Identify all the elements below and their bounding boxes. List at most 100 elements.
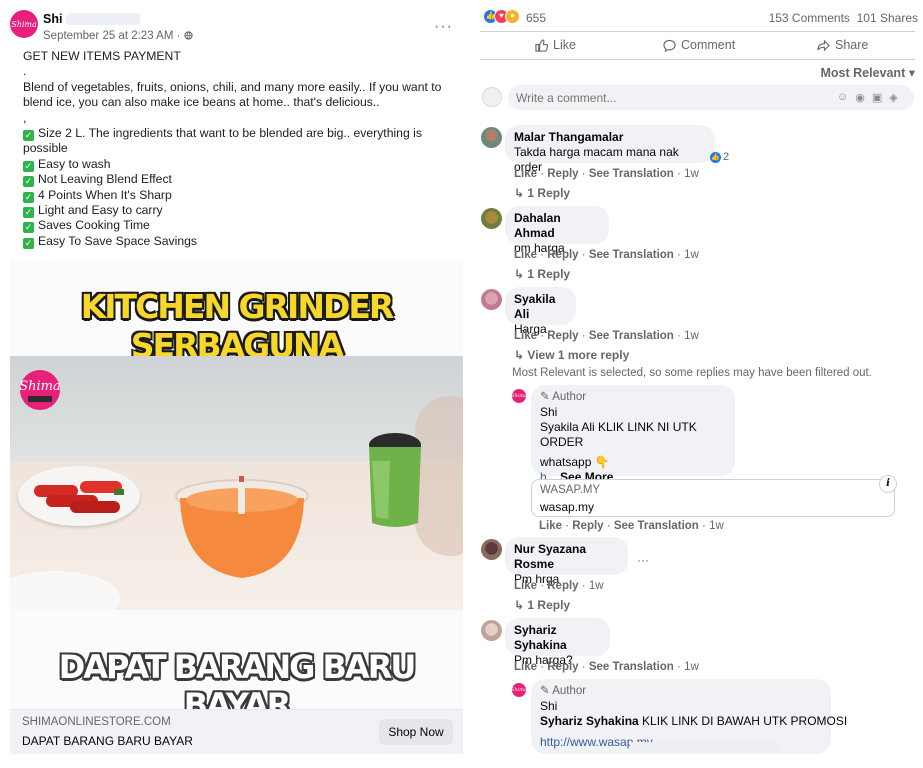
author-avatar[interactable]: Shima xyxy=(511,389,527,403)
feature-text: Easy to wash xyxy=(38,156,111,171)
sort-dropdown[interactable]: Most Relevant ▾ xyxy=(820,65,915,80)
see-translation-link[interactable]: See Translation xyxy=(589,249,674,261)
comment-time[interactable]: 1w xyxy=(589,580,604,592)
comment-like-count: 2 xyxy=(723,151,730,163)
reactions-summary[interactable]: 👍 ♥ ● 655 153 Comments 101 Shares xyxy=(483,8,918,28)
like-label[interactable]: Like xyxy=(553,38,576,52)
pencil-icon: ✎ xyxy=(540,391,550,403)
preview-title[interactable]: wasap.my xyxy=(540,500,594,514)
commenter-avatar[interactable] xyxy=(481,289,502,310)
view-replies-link[interactable]: ↳ 1 Reply xyxy=(514,598,570,612)
view-more-replies-link[interactable]: ↳ View 1 more reply xyxy=(514,348,629,362)
preview-domain[interactable]: WASAP.MY xyxy=(540,484,600,496)
comment-actions: Like · Reply · See Translation · 1w xyxy=(514,249,699,261)
replies-label[interactable]: 1 Reply xyxy=(527,598,570,612)
shop-now-button[interactable]: Shop Now xyxy=(379,719,453,745)
gif-icon[interactable]: ▣ xyxy=(872,91,882,104)
check-icon: ✓ xyxy=(23,207,34,219)
commenter-avatar[interactable] xyxy=(481,620,502,641)
comment-time[interactable]: 1w xyxy=(709,520,724,532)
link-preview-card[interactable]: WASAP.MY wasap.my xyxy=(531,479,895,517)
comment-count[interactable]: 153 Comments xyxy=(769,11,850,25)
check-icon: ✓ xyxy=(23,160,34,172)
link-domain[interactable]: SHIMAONLINESTORE.COM xyxy=(22,716,171,728)
sticker-icon[interactable]: ◈ xyxy=(889,91,897,104)
media-headline-top: KITCHEN GRINDER SERBAGUNA xyxy=(80,287,395,365)
post-spacer: . xyxy=(23,64,27,79)
replies-label[interactable]: 1 Reply xyxy=(527,267,570,281)
commenter-name[interactable]: Malar Thangamalar xyxy=(514,130,706,145)
comment-options-icon[interactable]: ··· xyxy=(637,553,649,567)
comment-reply-link[interactable]: Reply xyxy=(547,661,578,673)
commenter-avatar[interactable] xyxy=(481,127,502,148)
replies-label[interactable]: 1 Reply xyxy=(527,186,570,200)
author-reply-bubble: ✎ Author Shi Syakila Ali KLIK LINK NI UT… xyxy=(531,385,735,484)
commenter-avatar[interactable] xyxy=(481,208,502,229)
see-translation-link[interactable]: See Translation xyxy=(614,520,699,532)
comment-label[interactable]: Comment xyxy=(681,38,735,52)
comment-share-counts[interactable]: 153 Comments 101 Shares xyxy=(769,11,918,25)
comment-time[interactable]: 1w xyxy=(684,661,699,673)
commenter-name[interactable]: Dahalan Ahmad xyxy=(514,211,600,241)
product-video[interactable]: Shima xyxy=(10,356,463,610)
page-name[interactable]: Shi xyxy=(43,12,62,26)
comment-bubble: Nur Syazana Rosme Pm hrga xyxy=(505,537,628,586)
commenter-name[interactable]: Syakila Ali xyxy=(514,292,567,322)
author-tag: ✎ Author xyxy=(540,684,822,699)
comment-time[interactable]: 1w xyxy=(684,168,699,180)
post-media[interactable]: KITCHEN GRINDER SERBAGUNA Shima DAPAT BA… xyxy=(10,259,463,724)
comment-like-link[interactable]: Like xyxy=(514,249,537,261)
link-title[interactable]: DAPAT BARANG BARU BAYAR xyxy=(22,734,193,748)
view-replies-link[interactable]: ↳ 1 Reply xyxy=(514,186,570,200)
comment-reply-link[interactable]: Reply xyxy=(547,249,578,261)
comment-like-link[interactable]: Like xyxy=(514,661,537,673)
comment-actions: Like · Reply · See Translation · 1w xyxy=(514,330,699,342)
reaction-count[interactable]: 655 xyxy=(526,11,546,25)
reply-text: whatsapp 👇 xyxy=(540,455,610,469)
filter-note: Most Relevant is selected, so some repli… xyxy=(512,367,872,379)
tagged-user[interactable]: Syhariz Syhakina xyxy=(540,714,639,728)
comment-time[interactable]: 1w xyxy=(684,330,699,342)
see-translation-link[interactable]: See Translation xyxy=(589,661,674,673)
author-name[interactable]: Shi xyxy=(540,405,726,420)
check-icon: ✓ xyxy=(23,237,34,249)
comment-like-badge[interactable]: 👍 2 xyxy=(710,151,729,163)
post-timestamp[interactable]: September 25 at 2:23 AM · xyxy=(43,30,193,42)
commenter-name[interactable]: Nur Syazana Rosme xyxy=(514,542,619,572)
share-count[interactable]: 101 Shares xyxy=(857,11,918,25)
timestamp-text[interactable]: September 25 at 2:23 AM xyxy=(43,30,173,42)
like-button[interactable]: Like xyxy=(535,38,576,52)
feature-text: Size 2 L. The ingredients that want to b… xyxy=(23,126,422,156)
comment-like-link[interactable]: Like xyxy=(539,520,562,532)
page-avatar[interactable]: Shima xyxy=(10,10,38,38)
reaction-icons[interactable]: 👍 ♥ ● xyxy=(483,9,527,25)
see-translation-link[interactable]: See Translation xyxy=(589,330,674,342)
commenter-name[interactable]: Syhariz Syhakina xyxy=(514,623,601,653)
sort-label[interactable]: Most Relevant xyxy=(820,66,905,80)
comment-input-tools: ☺ ◉ ▣ ◈ xyxy=(837,91,898,104)
info-icon[interactable]: i xyxy=(879,475,897,493)
comment-like-link[interactable]: Like xyxy=(514,330,537,342)
comment-reply-link[interactable]: Reply xyxy=(547,168,578,180)
commenter-avatar[interactable] xyxy=(481,539,502,560)
comment-like-link[interactable]: Like xyxy=(514,168,537,180)
comment-like-link[interactable]: Like xyxy=(514,580,537,592)
replies-label[interactable]: View 1 more reply xyxy=(527,348,629,362)
see-translation-link[interactable]: See Translation xyxy=(589,168,674,180)
post-options-icon[interactable]: ··· xyxy=(434,18,453,36)
caret-down-icon: ▾ xyxy=(908,66,915,80)
view-replies-link[interactable]: ↳ 1 Reply xyxy=(514,267,570,281)
emoji-icon[interactable]: ☺ xyxy=(837,91,848,104)
camera-icon[interactable]: ◉ xyxy=(855,91,865,104)
comment-button[interactable]: Comment xyxy=(663,38,735,52)
share-label[interactable]: Share xyxy=(835,38,868,52)
share-button[interactable]: Share xyxy=(817,38,868,52)
link-preview-bar[interactable]: SHIMAONLINESTORE.COM DAPAT BARANG BARU B… xyxy=(10,709,463,754)
comment-time[interactable]: 1w xyxy=(684,249,699,261)
comment-reply-link[interactable]: Reply xyxy=(572,520,603,532)
author-avatar[interactable]: Shima xyxy=(511,683,527,697)
author-name[interactable]: Shi xyxy=(540,699,822,714)
post-actions: Like Comment Share xyxy=(480,34,915,58)
comment-reply-link[interactable]: Reply xyxy=(547,330,578,342)
comment-reply-link[interactable]: Reply xyxy=(547,580,578,592)
